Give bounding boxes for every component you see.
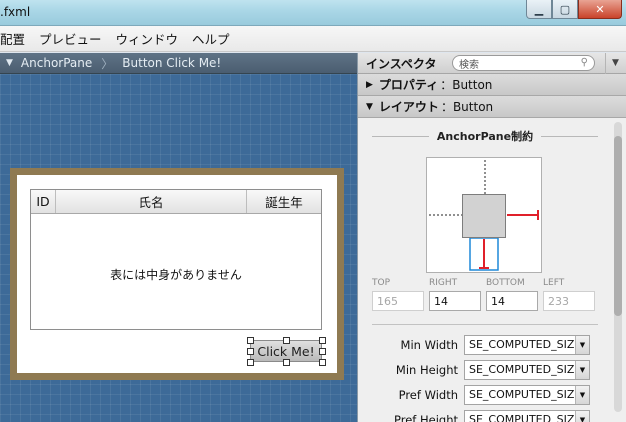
menu-window[interactable]: ウィンドウ bbox=[116, 29, 179, 48]
title-rule bbox=[372, 135, 429, 137]
section-colon: ： bbox=[440, 78, 453, 92]
search-icon: ⚲ bbox=[580, 57, 588, 68]
inspector-panel: インスペクタ 検索 ⚲ ▼ ▶ プロパティ ： Button ▼ レイアウト ：… bbox=[357, 52, 626, 422]
properties-target: Button bbox=[452, 77, 493, 92]
pref-width-value: SE_COMPUTED_SIZE bbox=[469, 388, 582, 401]
pref-width-label: Pref Width bbox=[398, 387, 458, 402]
window-controls: ▁ ▢ ✕ bbox=[526, 0, 622, 19]
pref-height-row: Pref Height SE_COMPUTED_SIZE ▼ bbox=[358, 409, 598, 422]
chevron-down-icon[interactable]: ▼ bbox=[575, 335, 589, 354]
expanded-arrow-icon: ▼ bbox=[366, 101, 373, 112]
section-divider bbox=[372, 324, 598, 325]
selection-handle[interactable] bbox=[247, 348, 254, 355]
anchor-left-label: LEFT bbox=[543, 278, 565, 288]
selection-handle[interactable] bbox=[247, 337, 254, 344]
inspector-scrollbar[interactable] bbox=[614, 122, 622, 412]
inspector-title: インスペクタ bbox=[366, 56, 437, 71]
anchor-pane[interactable]: ID 氏名 誕生年 表には中身がありません Click Me! bbox=[10, 168, 344, 380]
min-height-label: Min Height bbox=[395, 362, 458, 377]
anchor-pane-content: ID 氏名 誕生年 表には中身がありません Click Me! bbox=[17, 175, 337, 373]
chevron-down-icon[interactable]: ▼ bbox=[575, 385, 589, 404]
anchor-left-field[interactable]: 233 bbox=[543, 291, 595, 311]
collapsed-arrow-icon: ▶ bbox=[366, 79, 373, 90]
anchor-top-field[interactable]: 165 bbox=[372, 291, 424, 311]
menu-help[interactable]: ヘルプ bbox=[192, 29, 230, 48]
pref-width-row: Pref Width SE_COMPUTED_SIZE ▼ bbox=[358, 384, 598, 405]
anchor-top-label: TOP bbox=[372, 278, 391, 288]
menu-bar: 配置 プレビュー ウィンドウ ヘルプ bbox=[0, 26, 626, 52]
layout-section-header[interactable]: ▼ レイアウト ： Button bbox=[358, 96, 626, 118]
chevron-down-icon[interactable]: ▼ bbox=[575, 360, 589, 379]
min-height-combo[interactable]: SE_COMPUTED_SIZE ▼ bbox=[464, 359, 590, 380]
anchor-constraints-title: AnchorPane制約 bbox=[372, 128, 599, 144]
search-placeholder: 検索 bbox=[459, 59, 479, 71]
inspector-search-input[interactable]: 検索 ⚲ bbox=[452, 55, 595, 71]
layout-section-label: レイアウト bbox=[378, 100, 439, 114]
menu-arrange[interactable]: 配置 bbox=[0, 29, 25, 48]
column-header-id[interactable]: ID bbox=[31, 190, 56, 213]
window-title: .fxml bbox=[0, 5, 31, 19]
selection-handle[interactable] bbox=[319, 359, 326, 366]
anchor-left: LEFT 233 bbox=[543, 278, 600, 311]
min-height-value: SE_COMPUTED_SIZE bbox=[469, 363, 582, 376]
breadcrumb: ▼ AnchorPane 〉 Button Click Me! bbox=[0, 53, 357, 74]
title-bar: .fxml ▁ ▢ ✕ bbox=[0, 0, 626, 26]
selection-handle[interactable] bbox=[283, 337, 290, 344]
min-width-combo[interactable]: SE_COMPUTED_SIZE ▼ bbox=[464, 334, 590, 355]
anchor-right-label: RIGHT bbox=[429, 278, 458, 288]
selection-handle[interactable] bbox=[247, 359, 254, 366]
maximize-icon[interactable]: ▢ bbox=[552, 0, 578, 19]
anchored-node-box bbox=[462, 194, 506, 238]
pref-height-combo[interactable]: SE_COMPUTED_SIZE ▼ bbox=[464, 409, 590, 422]
min-height-row: Min Height SE_COMPUTED_SIZE ▼ bbox=[358, 359, 598, 380]
anchor-diagram bbox=[426, 157, 542, 273]
menu-preview[interactable]: プレビュー bbox=[39, 29, 102, 48]
table-header: ID 氏名 誕生年 bbox=[31, 190, 321, 214]
panel-menu-icon[interactable]: ▼ bbox=[605, 52, 619, 74]
anchor-top: TOP 165 bbox=[372, 278, 429, 311]
min-width-value: SE_COMPUTED_SIZE bbox=[469, 338, 582, 351]
minimize-icon[interactable]: ▁ bbox=[526, 0, 552, 19]
selection-handle[interactable] bbox=[319, 348, 326, 355]
table-placeholder: 表には中身がありません bbox=[110, 268, 242, 282]
min-width-label: Min Width bbox=[400, 337, 458, 352]
table-view[interactable]: ID 氏名 誕生年 表には中身がありません bbox=[30, 189, 322, 330]
section-colon: ： bbox=[440, 100, 453, 114]
dropdown-arrow-icon[interactable]: ▼ bbox=[6, 58, 13, 68]
scrollbar-thumb[interactable] bbox=[614, 136, 622, 316]
anchor-bottom-field[interactable]: 14 bbox=[486, 291, 538, 311]
anchor-bottom-label: BOTTOM bbox=[486, 278, 525, 288]
column-header-birth-year[interactable]: 誕生年 bbox=[247, 190, 321, 213]
breadcrumb-button[interactable]: Button Click Me! bbox=[122, 56, 221, 70]
selection-handle[interactable] bbox=[319, 337, 326, 344]
properties-section-header[interactable]: ▶ プロパティ ： Button bbox=[358, 74, 626, 96]
anchor-constraints-label: AnchorPane制約 bbox=[436, 130, 534, 143]
close-icon[interactable]: ✕ bbox=[578, 0, 622, 19]
column-header-name[interactable]: 氏名 bbox=[56, 190, 247, 213]
selection-handle[interactable] bbox=[283, 359, 290, 366]
layout-target: Button bbox=[452, 99, 494, 114]
chevron-down-icon[interactable]: ▼ bbox=[575, 410, 589, 422]
breadcrumb-separator-icon: 〉 bbox=[101, 56, 114, 71]
anchor-right-field[interactable]: 14 bbox=[429, 291, 481, 311]
pref-height-label: Pref Height bbox=[393, 412, 458, 422]
pref-width-combo[interactable]: SE_COMPUTED_SIZE ▼ bbox=[464, 384, 590, 405]
anchor-bottom: BOTTOM 14 bbox=[486, 278, 543, 311]
properties-section-label: プロパティ bbox=[378, 78, 439, 92]
title-rule bbox=[541, 135, 599, 137]
breadcrumb-anchorpane[interactable]: AnchorPane bbox=[21, 56, 92, 70]
inspector-header: インスペクタ 検索 ⚲ ▼ bbox=[358, 52, 626, 74]
pref-height-value: SE_COMPUTED_SIZE bbox=[469, 413, 582, 422]
design-canvas[interactable]: ID 氏名 誕生年 表には中身がありません Click Me! bbox=[0, 74, 357, 422]
layout-section-body: AnchorPane制約 TOP 165 RIGHT 14 BOTTOM 14 … bbox=[358, 118, 626, 422]
anchor-values: TOP 165 RIGHT 14 BOTTOM 14 LEFT 233 bbox=[372, 278, 600, 311]
min-width-row: Min Width SE_COMPUTED_SIZE ▼ bbox=[358, 334, 598, 355]
anchor-right: RIGHT 14 bbox=[429, 278, 486, 311]
